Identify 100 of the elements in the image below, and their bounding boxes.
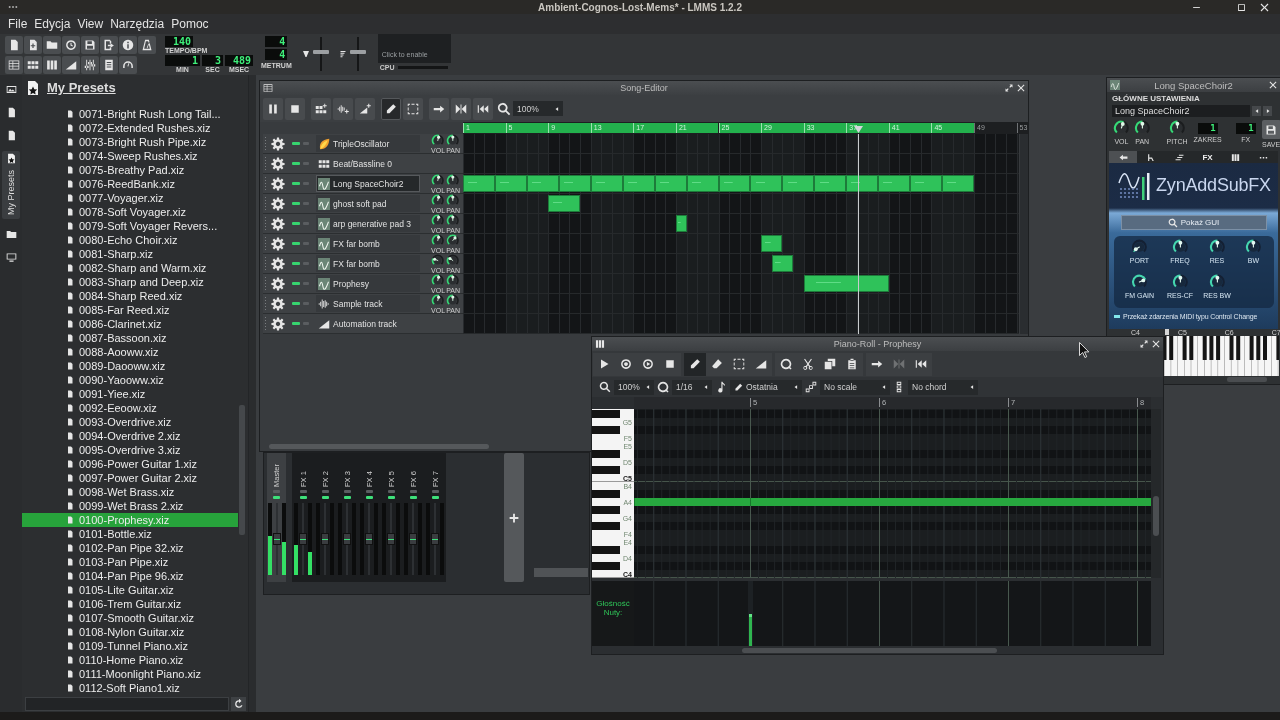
app-menu-icon[interactable] bbox=[8, 5, 18, 9]
pattern-clip[interactable] bbox=[782, 175, 815, 192]
preset-list-item[interactable]: 0078-Soft Voyager.xiz bbox=[66, 205, 186, 219]
track-name-button[interactable]: Automation track bbox=[316, 315, 420, 332]
time-signature-display[interactable]: 4 bbox=[265, 36, 288, 47]
pattern-clip[interactable] bbox=[942, 175, 974, 192]
close-icon[interactable] bbox=[1260, 2, 1269, 12]
preset-list-item[interactable]: 0092-Eeoow.xiz bbox=[66, 401, 157, 415]
preset-list-item[interactable]: 0109-Tunnel Piano.xiz bbox=[66, 639, 189, 653]
knob-indicator[interactable] bbox=[448, 256, 452, 260]
toolbar-button[interactable] bbox=[119, 56, 137, 74]
knob[interactable] bbox=[1168, 120, 1186, 136]
preset-list-item[interactable]: 0085-Far Reed.xiz bbox=[66, 303, 170, 317]
sidebar-tab[interactable]: My Presets bbox=[2, 151, 20, 219]
preset-list-item[interactable]: 0095-Overdrive 3.xiz bbox=[66, 443, 181, 457]
knob-indicator[interactable] bbox=[1120, 122, 1125, 126]
timeline-option-button[interactable] bbox=[473, 97, 493, 120]
knob-indicator[interactable] bbox=[1133, 247, 1138, 252]
fader-thumb[interactable] bbox=[299, 533, 307, 545]
zoom-dropdown[interactable]: 100% bbox=[614, 379, 654, 395]
preset-list-item[interactable]: 0094-Overdrive 2.xiz bbox=[66, 429, 181, 443]
menu-item[interactable]: Narzędzia bbox=[107, 17, 168, 31]
timeline-option-button[interactable] bbox=[866, 352, 888, 376]
knob[interactable] bbox=[431, 173, 445, 187]
preset-list-item[interactable]: 0096-Power Guitar 1.xiz bbox=[66, 457, 197, 471]
knob[interactable] bbox=[1171, 239, 1189, 255]
preset-list-item[interactable]: 0082-Sharp and Warm.xiz bbox=[66, 261, 207, 275]
save-button[interactable] bbox=[1261, 120, 1280, 139]
knob[interactable] bbox=[431, 253, 445, 267]
fader-thumb[interactable] bbox=[409, 533, 417, 545]
timeline-option-button[interactable] bbox=[429, 97, 449, 120]
preset-list-item[interactable]: 0086-Clarinet.xiz bbox=[66, 317, 162, 331]
preset-list-item[interactable]: 0089-Daooww.xiz bbox=[66, 359, 166, 373]
grip-icon[interactable] bbox=[264, 196, 267, 211]
play-button[interactable] bbox=[593, 352, 615, 376]
settings-icon[interactable] bbox=[271, 296, 285, 311]
preset-list-item[interactable]: 0111-Moonlight Piano.xiz bbox=[66, 667, 201, 681]
stop-button[interactable] bbox=[659, 352, 681, 376]
knob[interactable] bbox=[1171, 274, 1189, 290]
toolbar-button[interactable] bbox=[62, 56, 80, 74]
knob[interactable] bbox=[446, 213, 460, 227]
close-icon[interactable] bbox=[1269, 81, 1277, 89]
pattern-clip[interactable] bbox=[590, 175, 623, 192]
pattern-clip[interactable] bbox=[910, 175, 943, 192]
pattern-clip[interactable] bbox=[622, 175, 655, 192]
settings-icon[interactable] bbox=[271, 236, 285, 251]
toolbar-button[interactable] bbox=[24, 36, 42, 54]
grip-icon[interactable] bbox=[264, 256, 267, 271]
preset-list-item[interactable]: 0080-Echo Choir.xiz bbox=[66, 233, 178, 247]
track-name-button[interactable]: TripleOscillator bbox=[316, 135, 420, 152]
edit-mode-button[interactable] bbox=[750, 352, 772, 376]
settings-icon[interactable] bbox=[271, 176, 285, 191]
instrument-tab[interactable] bbox=[1137, 151, 1166, 163]
grip-icon[interactable] bbox=[264, 236, 267, 251]
pattern-clip[interactable] bbox=[761, 235, 783, 252]
knob-indicator[interactable] bbox=[1251, 240, 1256, 245]
mute-button[interactable] bbox=[409, 496, 417, 499]
settings-icon[interactable] bbox=[271, 256, 285, 271]
scrollbar[interactable] bbox=[1151, 409, 1161, 578]
preset-list-item[interactable]: 0071-Bright Rush Long Tail... bbox=[66, 107, 221, 121]
preset-list-item[interactable]: 0081-Sharp.xiz bbox=[66, 247, 153, 261]
pattern-clip[interactable] bbox=[558, 175, 591, 192]
pattern-clip[interactable] bbox=[846, 175, 879, 192]
tempo-display[interactable]: 140 bbox=[165, 36, 193, 47]
toolbar-button[interactable] bbox=[43, 36, 61, 54]
knob-indicator[interactable] bbox=[1178, 275, 1182, 280]
knob-indicator[interactable] bbox=[451, 175, 455, 179]
knob-indicator[interactable] bbox=[1141, 278, 1146, 283]
knob-indicator[interactable] bbox=[1215, 275, 1219, 280]
knob[interactable] bbox=[446, 253, 460, 267]
fader-thumb[interactable] bbox=[321, 533, 329, 545]
knob[interactable] bbox=[1113, 120, 1130, 136]
preset-list-item[interactable]: 0107-Smooth Guitar.xiz bbox=[66, 611, 194, 625]
knob-indicator[interactable] bbox=[433, 257, 437, 261]
knob[interactable] bbox=[446, 193, 460, 207]
instrument-tab[interactable] bbox=[1109, 151, 1138, 163]
scrollbar[interactable] bbox=[742, 647, 997, 653]
knob[interactable] bbox=[431, 293, 445, 307]
preset-list-item[interactable]: 0091-Yiee.xiz bbox=[66, 387, 146, 401]
grip-icon[interactable] bbox=[264, 316, 267, 331]
pause-button[interactable] bbox=[263, 97, 283, 120]
menu-item[interactable]: Pomoc bbox=[168, 17, 212, 31]
knob-indicator[interactable] bbox=[1178, 240, 1182, 245]
preset-list-item[interactable]: 0083-Sharp and Deep.xiz bbox=[66, 275, 204, 289]
pattern-clip[interactable] bbox=[463, 175, 495, 192]
stop-button[interactable] bbox=[285, 97, 305, 120]
knob-indicator[interactable] bbox=[451, 295, 455, 299]
preset-list-item[interactable]: 0072-Extended Rushes.xiz bbox=[66, 121, 211, 135]
track-name-button[interactable]: FX far bomb bbox=[316, 235, 420, 252]
knob[interactable] bbox=[431, 213, 445, 227]
preset-list-item[interactable]: 0103-Pan Pipe.xiz bbox=[66, 555, 169, 569]
preset-list-item[interactable]: 0112-Soft Piano1.xiz bbox=[66, 681, 180, 695]
knob[interactable] bbox=[1208, 274, 1226, 290]
knob-indicator[interactable] bbox=[437, 215, 441, 219]
knob-indicator[interactable] bbox=[437, 195, 441, 199]
track-name-button[interactable]: FX far bomb bbox=[316, 255, 420, 272]
preset-list-item[interactable]: 0108-Nylon Guitar.xiz bbox=[66, 625, 185, 639]
grip-icon[interactable] bbox=[264, 176, 267, 191]
slider-thumb[interactable] bbox=[312, 50, 329, 55]
fx-channel-display[interactable]: 1 bbox=[1235, 123, 1256, 134]
